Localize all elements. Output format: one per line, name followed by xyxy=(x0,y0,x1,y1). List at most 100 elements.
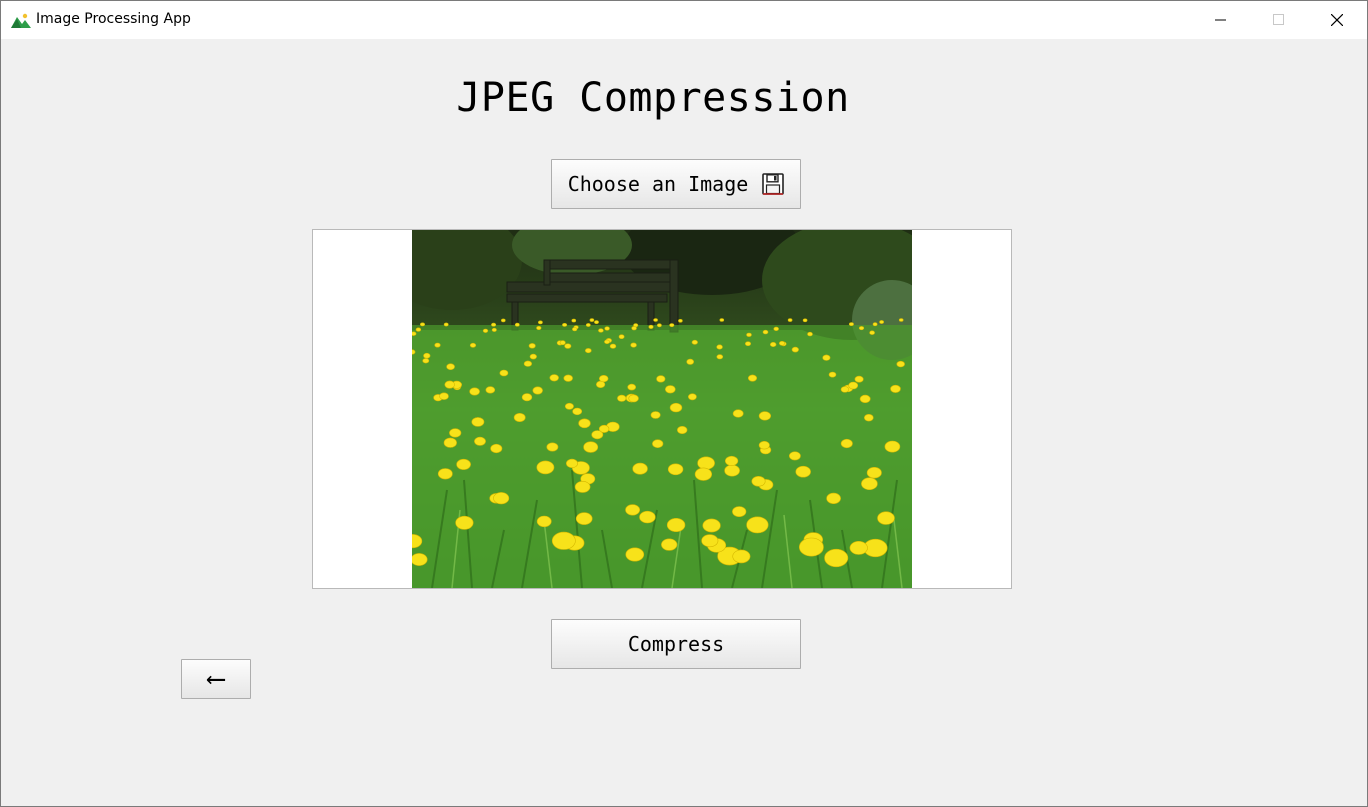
mountain-landscape-icon xyxy=(11,12,31,28)
dandelion-flower xyxy=(747,374,757,382)
dandelion-flower xyxy=(639,510,656,524)
dandelion-flower xyxy=(546,442,559,452)
dandelion-flower xyxy=(562,323,568,327)
dandelion-flower xyxy=(469,387,480,396)
dandelion-flower xyxy=(559,340,566,346)
dandelion-flower xyxy=(625,504,640,516)
dandelion-flower xyxy=(521,393,533,402)
dandelion-flower xyxy=(822,354,831,361)
dandelion-flower xyxy=(795,465,811,478)
dandelion-flower xyxy=(412,331,417,336)
dandelion-flower xyxy=(628,394,639,403)
compress-button[interactable]: Compress xyxy=(551,619,801,669)
dandelion-flower xyxy=(778,341,785,346)
dandelion-flower xyxy=(872,322,878,327)
dandelion-flower xyxy=(501,318,506,323)
dandelion-flower xyxy=(667,463,684,476)
dandelion-flower xyxy=(564,343,572,349)
dandelion-flower xyxy=(798,537,824,557)
dandelion-flower xyxy=(773,326,779,331)
dandelion-flower xyxy=(574,480,591,493)
dandelion-flower xyxy=(666,517,686,532)
dandelion-flower xyxy=(826,492,841,505)
dandelion-flower xyxy=(422,358,430,364)
dandelion-flower xyxy=(529,353,537,360)
dandelion-flower xyxy=(859,394,871,403)
dandelion-flower xyxy=(890,384,901,393)
dandelion-flower xyxy=(650,411,661,419)
dandelion-flower xyxy=(549,374,559,382)
dandelion-flower xyxy=(446,363,455,370)
minimize-button[interactable] xyxy=(1192,1,1250,39)
dandelion-flower xyxy=(751,476,766,487)
close-button[interactable] xyxy=(1308,1,1366,39)
dandelion-flower xyxy=(591,430,604,440)
dandelion-flower xyxy=(694,467,713,481)
dandelion-flower xyxy=(724,464,740,477)
dandelion-flower xyxy=(702,518,721,533)
dandelion-flower xyxy=(697,456,715,470)
dandelion-flower xyxy=(788,451,801,461)
dandelion-flower xyxy=(802,318,808,323)
dandelion-flower xyxy=(732,409,744,418)
dandelion-flower xyxy=(571,318,577,323)
dandelion-flower xyxy=(849,540,868,555)
dandelion-flower xyxy=(656,375,666,383)
dandelion-flower xyxy=(633,323,639,328)
title-bar[interactable]: Image Processing App xyxy=(1,1,1367,39)
dandelion-flower xyxy=(866,467,882,479)
dandelion-flower xyxy=(744,341,751,346)
dandelion-flower xyxy=(824,548,849,568)
dandelion-flower xyxy=(848,381,859,390)
dandelion-flower xyxy=(599,375,609,383)
dandelion-flower xyxy=(854,375,864,383)
dandelion-flower xyxy=(443,322,449,327)
dandelion-flower xyxy=(449,428,462,438)
left-arrow-icon: ⟵ xyxy=(208,664,224,694)
dandelion-flower xyxy=(840,386,850,393)
dandelion-flower xyxy=(627,383,636,391)
back-button[interactable]: ⟵ xyxy=(181,659,251,699)
dandelion-flower xyxy=(604,339,610,345)
dandelion-flower xyxy=(499,369,509,377)
floppy-disk-icon xyxy=(762,173,785,195)
dandelion-flower xyxy=(491,322,497,327)
maximize-button[interactable] xyxy=(1250,1,1308,39)
app-window: Image Processing App JPEG Compression Ch… xyxy=(0,0,1368,807)
dandelion-flower xyxy=(807,331,813,337)
dandelion-flower xyxy=(691,339,698,345)
dandelion-flower xyxy=(828,371,837,378)
dandelion-flower xyxy=(564,402,574,410)
window-title: Image Processing App xyxy=(36,11,191,27)
choose-image-button[interactable]: Choose an Image xyxy=(551,159,801,209)
dandelion-flower xyxy=(563,374,573,382)
dandelion-flower xyxy=(434,342,441,348)
dandelion-flower xyxy=(762,329,769,335)
dandelion-flower xyxy=(848,322,854,327)
dandelion-flower xyxy=(648,324,654,329)
dandelion-flower xyxy=(758,411,772,421)
dandelion-flower xyxy=(791,346,799,353)
dandelion-flower xyxy=(482,328,489,333)
dandelion-flower xyxy=(412,349,416,355)
dandelion-flower xyxy=(687,393,697,401)
dandelion-flower xyxy=(578,418,591,429)
dandelion-flower xyxy=(469,342,477,348)
dandelion-flower xyxy=(884,440,901,453)
dandelion-flower xyxy=(869,330,875,335)
main-content: JPEG Compression Choose an Image Compres… xyxy=(1,39,1367,806)
dandelion-flower xyxy=(758,441,770,450)
preview-image xyxy=(412,230,912,588)
dandelion-flower xyxy=(536,460,555,475)
dandelion-flower xyxy=(585,348,592,354)
page-title: JPEG Compression xyxy=(456,75,850,121)
dandelion-flower xyxy=(725,455,739,466)
dandelion-flower xyxy=(632,462,648,475)
image-preview-frame xyxy=(312,229,1012,589)
dandelion-flower xyxy=(415,327,422,332)
dandelion-flower xyxy=(455,515,474,530)
dandelion-flower xyxy=(653,318,658,322)
dandelion-flower xyxy=(598,328,604,333)
dandelion-flower xyxy=(585,323,591,327)
dandelion-flower xyxy=(858,326,865,331)
